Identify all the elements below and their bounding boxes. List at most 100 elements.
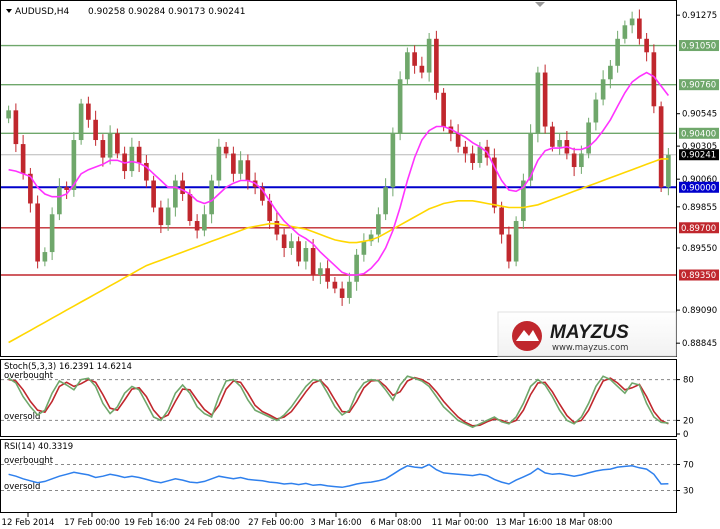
price-tag-label: 0.91050 bbox=[681, 42, 716, 52]
time-tick-label: 19 Feb 16:00 bbox=[124, 518, 180, 528]
candle-body bbox=[238, 160, 243, 174]
candle-body bbox=[571, 153, 577, 168]
candle-body bbox=[231, 153, 236, 174]
candle-body bbox=[666, 154, 671, 188]
candle-body bbox=[455, 133, 461, 147]
candle-body bbox=[579, 153, 584, 168]
price-tag-label: 0.90760 bbox=[681, 81, 716, 91]
candle-body bbox=[513, 221, 519, 262]
candle-body bbox=[310, 248, 316, 276]
candle-body bbox=[332, 281, 338, 289]
axis-tick-label: 0 bbox=[683, 430, 688, 440]
price-tag-label: 0.90241 bbox=[681, 151, 716, 161]
time-tick-label: 17 Feb 00:00 bbox=[64, 518, 120, 528]
time-tick-label: 12 Feb 2014 bbox=[2, 518, 55, 528]
candle-body bbox=[426, 38, 432, 73]
candle-body bbox=[151, 180, 156, 208]
candle-body bbox=[600, 79, 606, 100]
candle-body bbox=[615, 38, 620, 66]
time-tick-label: 27 Feb 00:00 bbox=[248, 518, 304, 528]
candle-body bbox=[434, 38, 439, 93]
price-tick-label: 0.89855 bbox=[682, 203, 717, 213]
candle-body bbox=[296, 241, 301, 262]
price-tick-label: 0.90545 bbox=[682, 110, 717, 120]
candle-body bbox=[281, 234, 287, 249]
candle bbox=[513, 216, 519, 267]
candle-body bbox=[78, 103, 84, 141]
candle-body bbox=[397, 79, 403, 134]
candle-body bbox=[57, 187, 62, 215]
time-tick-label: 3 Mar 16:00 bbox=[310, 518, 361, 528]
candle-body bbox=[289, 241, 294, 249]
candle-body bbox=[383, 187, 388, 215]
candle-body bbox=[354, 254, 359, 282]
main-price-panel: AUDUSD,H4 0.90258 0.90284 0.90173 0.9024… bbox=[0, 0, 677, 357]
candle bbox=[492, 148, 497, 214]
candle-body bbox=[419, 65, 425, 73]
candle bbox=[78, 98, 84, 145]
candle-body bbox=[376, 214, 381, 235]
candle-body bbox=[637, 18, 642, 39]
price-tick-label: 0.89090 bbox=[682, 306, 717, 316]
candle-body bbox=[209, 180, 214, 215]
candle-body bbox=[13, 110, 19, 145]
stochastic-panel: overboughtoversold Stoch(5,3,3) 16.2391 … bbox=[0, 359, 677, 437]
candle-body bbox=[644, 38, 649, 53]
candle-body bbox=[180, 180, 185, 195]
candle bbox=[434, 30, 439, 100]
stochastic-title: Stoch(5,3,3) 16.2391 14.6214 bbox=[4, 362, 132, 372]
candle-body bbox=[107, 133, 113, 158]
candle-body bbox=[93, 119, 98, 141]
candle-body bbox=[535, 72, 541, 134]
price-tick-label: 0.89550 bbox=[682, 244, 717, 254]
candle-body bbox=[557, 140, 562, 147]
candle-body bbox=[216, 146, 222, 181]
candle-body bbox=[347, 281, 352, 298]
candle bbox=[441, 88, 446, 132]
candle-body bbox=[20, 144, 26, 174]
candle-body bbox=[622, 25, 628, 39]
rsi-axis: 70 30 bbox=[676, 461, 694, 497]
candle-body bbox=[470, 153, 475, 163]
stochastic-axis: 80 20 0 bbox=[676, 376, 694, 440]
candle bbox=[390, 127, 396, 197]
candle-body bbox=[245, 160, 251, 181]
candle-body bbox=[441, 92, 446, 127]
candle bbox=[658, 101, 664, 192]
price-tick-label: 0.88845 bbox=[682, 339, 717, 349]
candle-body bbox=[194, 221, 200, 231]
candle-body bbox=[586, 122, 591, 154]
axis-tick-label: 30 bbox=[683, 487, 694, 497]
candle bbox=[151, 175, 156, 213]
ohlc-values: 0.90258 0.90284 0.90173 0.90241 bbox=[88, 7, 245, 17]
price-tick-label: 0.91275 bbox=[682, 11, 717, 21]
candle bbox=[521, 173, 526, 229]
level-label-oversold: oversold bbox=[4, 482, 40, 492]
candle-body bbox=[35, 203, 40, 262]
axis-tick-label: 80 bbox=[683, 376, 694, 386]
watermark-url: www.mayzus.com bbox=[552, 343, 628, 353]
candle-body bbox=[390, 133, 396, 188]
candle bbox=[397, 71, 403, 141]
price-tag-label: 0.89700 bbox=[681, 224, 716, 234]
candle bbox=[405, 47, 410, 85]
candle-body bbox=[506, 234, 512, 262]
price-tag-label: 0.90400 bbox=[681, 129, 716, 139]
candle-body bbox=[550, 126, 555, 147]
axis-tick-label: 70 bbox=[683, 461, 694, 471]
candle-body bbox=[477, 146, 483, 163]
price-tag-label: 0.89350 bbox=[681, 271, 716, 281]
candle bbox=[35, 195, 40, 269]
candle-body bbox=[100, 140, 106, 158]
axis-tick-label: 20 bbox=[683, 416, 694, 426]
price-tag-label: 0.90000 bbox=[681, 183, 716, 193]
time-tick-label: 13 Mar 16:00 bbox=[496, 518, 553, 528]
candle-body bbox=[223, 146, 229, 154]
rsi-title: RSI(14) 40.3319 bbox=[4, 442, 73, 452]
candle-body bbox=[303, 248, 309, 262]
price-axis: 0.912750.910500.907600.905450.904000.903… bbox=[676, 11, 719, 349]
candle-body bbox=[361, 241, 367, 255]
candle bbox=[586, 117, 591, 159]
candle-body bbox=[86, 103, 91, 120]
level-label-overbought: overbought bbox=[4, 456, 54, 466]
